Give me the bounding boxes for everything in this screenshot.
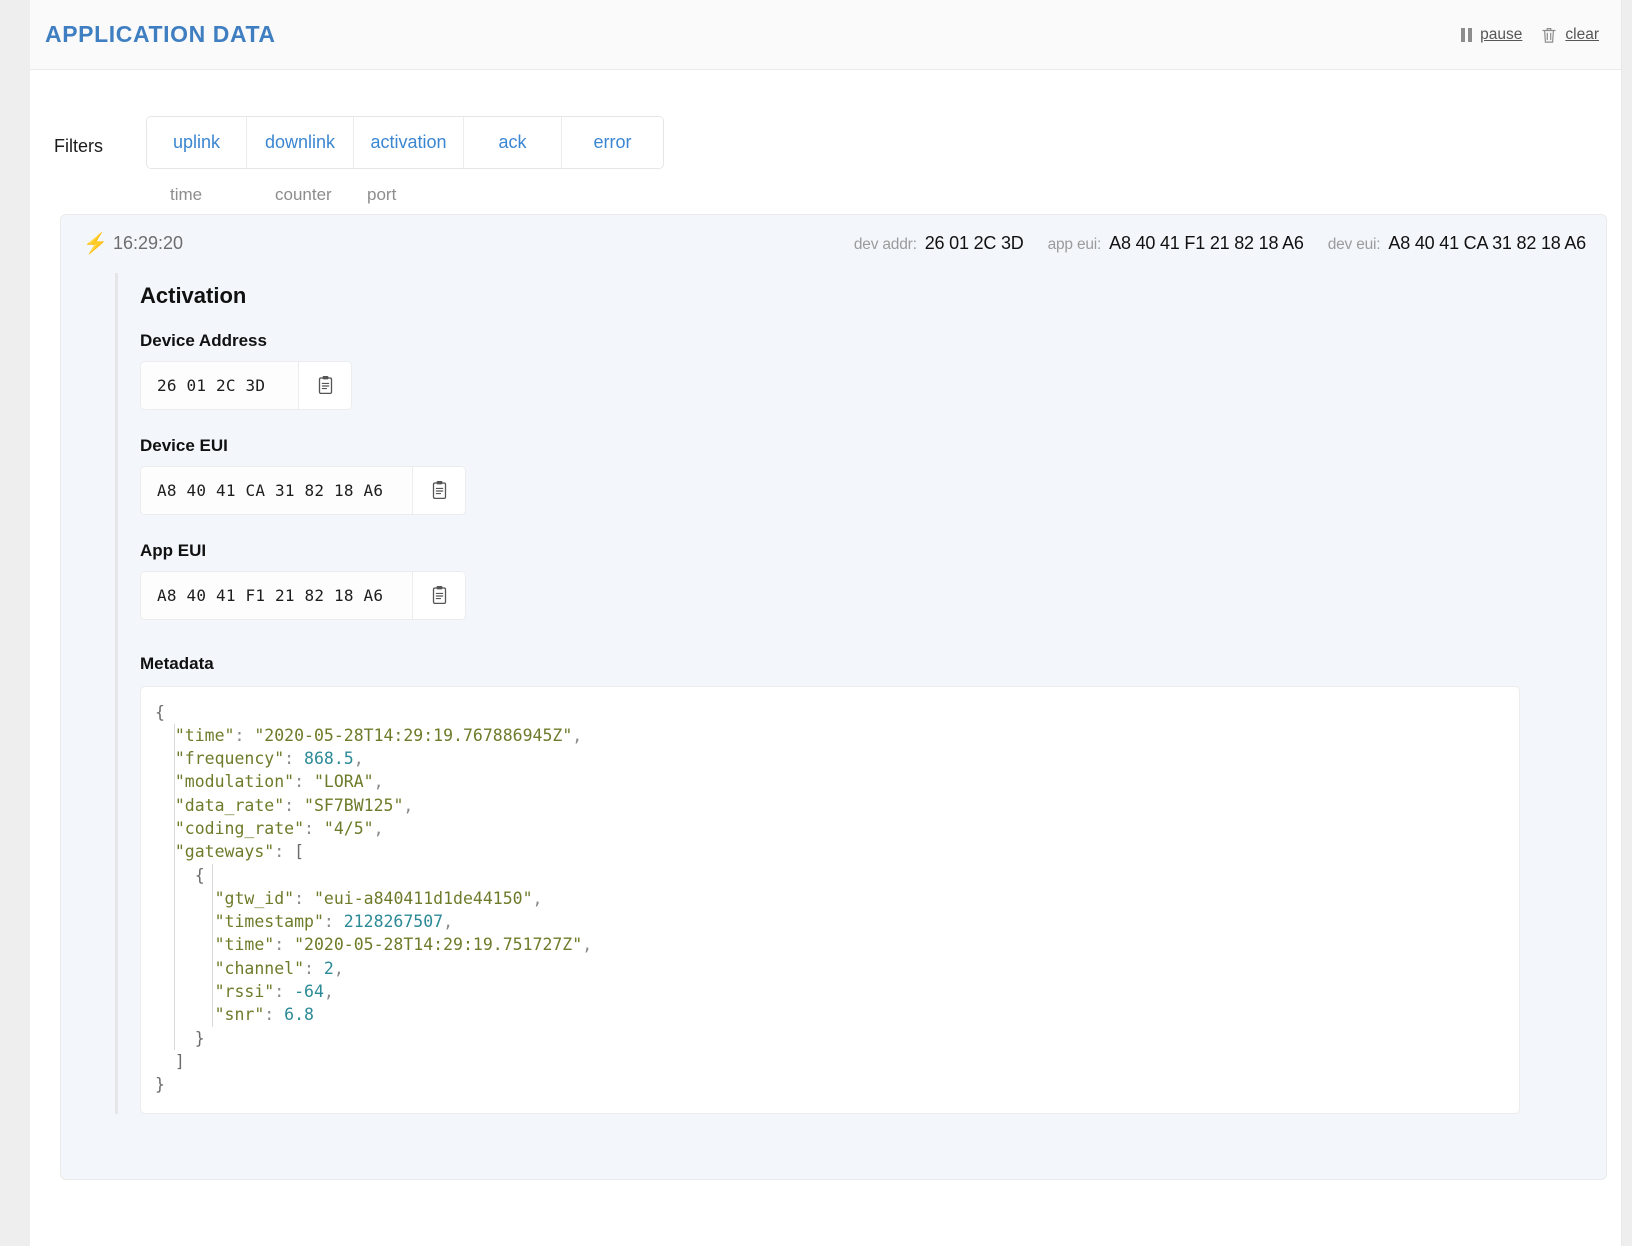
json-line-close-brace: } — [155, 1075, 165, 1095]
event-meta: dev addr: 26 01 2C 3D app eui: A8 40 41 … — [854, 233, 1586, 254]
dev-eui-value: A8 40 41 CA 31 82 18 A6 — [1388, 233, 1586, 253]
json-line-channel: "channel": 2, — [155, 956, 1501, 981]
json-line-frequency: "frequency": 868.5, — [155, 747, 1501, 771]
json-line-coding-rate: "coding_rate": "4/5", — [155, 816, 1501, 841]
filter-uplink[interactable]: uplink — [147, 117, 247, 168]
event-time: 16:29:20 — [113, 233, 184, 253]
lightning-bolt-icon: ⚡ — [83, 232, 108, 255]
clear-button[interactable]: clear — [1541, 26, 1599, 44]
device-address-label: Device Address — [140, 330, 267, 350]
page-title: APPLICATION DATA — [45, 21, 276, 47]
clipboard-icon — [431, 585, 448, 605]
clipboard-icon — [317, 375, 334, 395]
column-headers: time counter port — [30, 169, 1621, 205]
column-header-counter: counter — [275, 184, 332, 204]
copy-device-address-button[interactable] — [299, 361, 351, 409]
app-eui-label: app eui: — [1047, 236, 1102, 253]
event-summary-row[interactable]: ⚡ 16:29:20 dev addr: 26 01 2C 3D app eui… — [61, 215, 1606, 273]
pause-button[interactable]: pause — [1461, 26, 1522, 44]
json-line-gtw-id: "gtw_id": "eui-a840411d1de44150", — [155, 886, 1501, 911]
device-eui-label: Device EUI — [140, 435, 228, 455]
json-line-snr: "snr": 6.8 — [155, 1003, 1501, 1027]
trash-icon — [1541, 26, 1557, 44]
section-title-activation: Activation — [140, 282, 247, 308]
json-line-open-brace: { — [155, 702, 165, 722]
app-header: APPLICATION DATA pause clear — [30, 0, 1621, 70]
metadata-label: Metadata — [140, 653, 214, 673]
clipboard-icon — [431, 480, 448, 500]
dev-addr-value: 26 01 2C 3D — [924, 233, 1024, 253]
device-address-field: 26 01 2C 3D — [140, 360, 352, 410]
filters-label: Filters — [54, 135, 103, 156]
json-line-array-close: ] — [174, 1051, 185, 1071]
json-line-gateway-close: } — [155, 1026, 1501, 1050]
filter-downlink[interactable]: downlink — [247, 117, 354, 168]
filters-row: Filters uplink downlink activation ack e… — [30, 70, 1621, 169]
pause-button-label: pause — [1480, 25, 1523, 43]
dev-addr-label: dev addr: — [853, 236, 917, 253]
filter-group: uplink downlink activation ack error — [146, 116, 664, 169]
json-line-time: "time": "2020-05-28T14:29:19.767886945Z"… — [155, 723, 1501, 748]
clear-button-label: clear — [1565, 25, 1599, 43]
app-eui-value: A8 40 41 F1 21 82 18 A6 — [141, 571, 413, 619]
column-header-time: time — [170, 184, 203, 204]
device-address-value: 26 01 2C 3D — [141, 361, 299, 409]
page-root: APPLICATION DATA pause clear Filters upl… — [30, 0, 1622, 1246]
json-line-gateways: "gateways": [ — [155, 840, 1501, 864]
event-card[interactable]: ⚡ 16:29:20 dev addr: 26 01 2C 3D app eui… — [60, 213, 1607, 1180]
json-line-data-rate: "data_rate": "SF7BW125", — [155, 793, 1501, 817]
filter-ack[interactable]: ack — [464, 117, 562, 168]
json-line-timestamp: "timestamp": 2128267507, — [155, 910, 1501, 934]
metadata-json-viewer[interactable]: { "time": "2020-05-28T14:29:19.767886945… — [140, 685, 1520, 1114]
json-line-modulation: "modulation": "LORA", — [155, 770, 1501, 794]
event-body: Activation Device Address 26 01 2C 3D De… — [115, 272, 1606, 1114]
copy-app-eui-button[interactable] — [413, 571, 465, 619]
device-eui-field: A8 40 41 CA 31 82 18 A6 — [140, 465, 466, 515]
column-header-port: port — [367, 184, 397, 204]
device-eui-value: A8 40 41 CA 31 82 18 A6 — [141, 466, 413, 514]
json-line-rssi: "rssi": -64, — [155, 980, 1501, 1004]
pause-icon — [1461, 27, 1473, 42]
filter-error[interactable]: error — [562, 117, 663, 168]
header-actions: pause clear — [1461, 26, 1599, 44]
filter-activation[interactable]: activation — [354, 117, 464, 168]
json-line-gateway-open: { — [155, 863, 1501, 887]
copy-device-eui-button[interactable] — [413, 466, 465, 514]
dev-eui-label: dev eui: — [1327, 236, 1381, 253]
app-eui-label: App EUI — [140, 540, 207, 560]
json-line-gateway-time: "time": "2020-05-28T14:29:19.751727Z", — [155, 933, 1501, 957]
app-eui-value: A8 40 41 F1 21 82 18 A6 — [1109, 233, 1304, 253]
app-eui-field: A8 40 41 F1 21 82 18 A6 — [140, 570, 466, 620]
